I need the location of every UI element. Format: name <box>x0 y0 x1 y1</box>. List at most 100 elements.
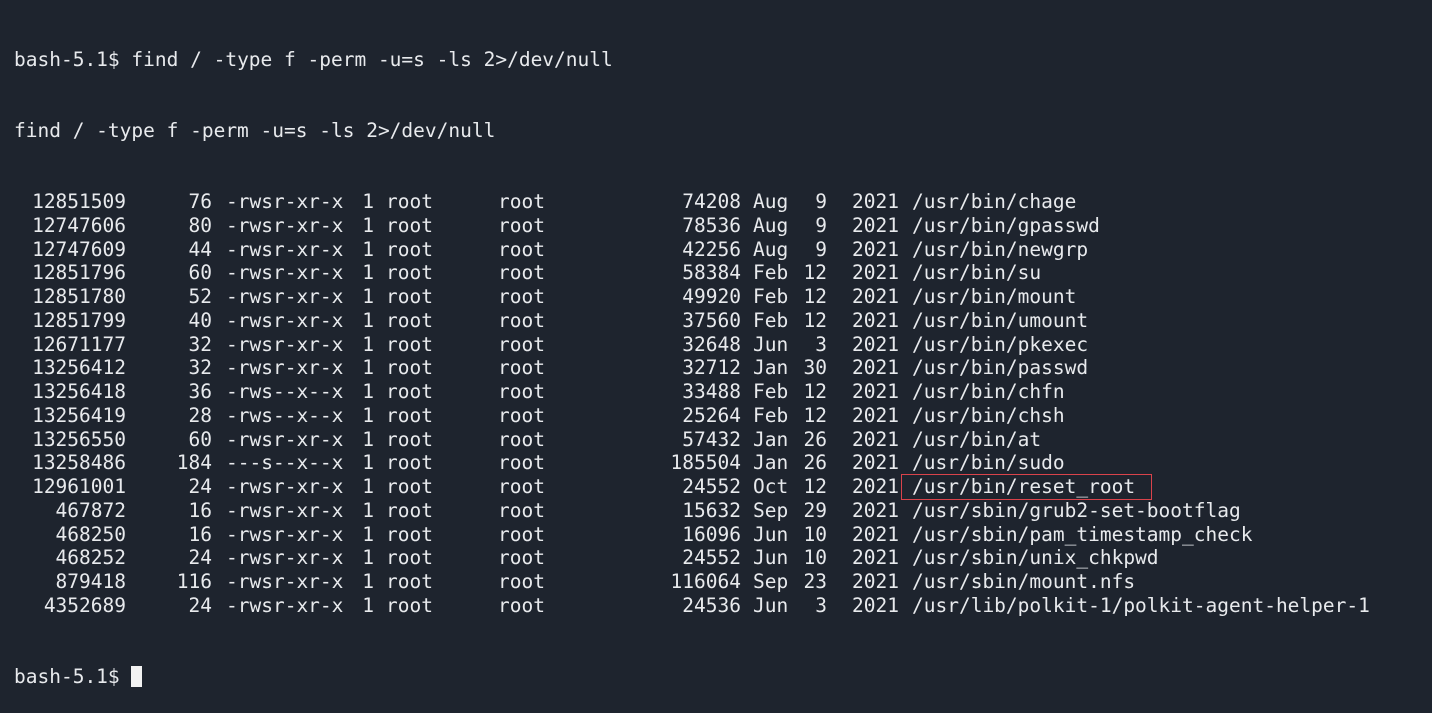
size-cell: 32712 <box>682 356 741 380</box>
group-cell: root <box>498 403 545 427</box>
output-row: 13256418 36 -rws--x--x 1 root root 33488 Feb 12 2… <box>14 380 1432 404</box>
path-cell: /usr/sbin/unix_chkpwd <box>912 546 1159 570</box>
path-cell: /usr/bin/chsh <box>912 403 1065 427</box>
size-cell: 116064 <box>670 570 741 593</box>
year-cell: 2021 <box>852 593 899 617</box>
inode-cell: 13256550 <box>32 427 126 451</box>
path-cell: /usr/bin/umount <box>912 308 1089 332</box>
links-cell: 1 <box>362 546 374 570</box>
year-cell: 2021 <box>852 308 899 332</box>
group-cell: root <box>498 308 545 332</box>
day-cell: 12 <box>803 475 827 498</box>
day-cell: 12 <box>803 261 827 285</box>
month-cell: Jun <box>753 593 789 617</box>
month-cell: Jan <box>753 427 789 451</box>
blocks-cell: 52 <box>188 285 212 308</box>
size-cell: 185504 <box>670 451 741 475</box>
terminal-window[interactable]: bash-5.1$ find / -type f -perm -u=s -ls … <box>0 0 1432 688</box>
owner-cell: root <box>386 593 433 617</box>
year-cell: 2021 <box>852 546 899 570</box>
size-cell: 49920 <box>682 285 741 308</box>
path-cell: /usr/bin/sudo <box>912 451 1065 475</box>
blocks-cell: 24 <box>188 546 212 570</box>
output-row: 12671177 32 -rwsr-xr-x 1 root root 32648 Jun 3 20… <box>14 333 1432 357</box>
day-cell: 26 <box>803 427 827 451</box>
group-cell: root <box>498 380 545 403</box>
output-row: 468250 16 -rwsr-xr-x 1 root root 16096 Jun 10 202… <box>14 523 1432 547</box>
links-cell: 1 <box>362 475 374 498</box>
year-cell: 2021 <box>852 403 899 427</box>
year-cell: 2021 <box>852 570 899 593</box>
output-row: 13256412 32 -rwsr-xr-x 1 root root 32712 Jan 30 2… <box>14 356 1432 380</box>
links-cell: 1 <box>362 285 374 308</box>
day-cell: 3 <box>815 332 827 356</box>
blocks-cell: 76 <box>188 190 212 213</box>
blocks-cell: 24 <box>188 593 212 617</box>
group-cell: root <box>498 213 545 237</box>
owner-cell: root <box>386 451 433 475</box>
inode-cell: 879418 <box>55 570 126 593</box>
final-prompt-line[interactable]: bash-5.1$ <box>14 665 1432 689</box>
links-cell: 1 <box>362 593 374 617</box>
path-cell: /usr/bin/gpasswd <box>912 213 1100 237</box>
links-cell: 1 <box>362 332 374 356</box>
echo-text: find / -type f -perm -u=s -ls 2>/dev/nul… <box>14 118 496 142</box>
output-row: 13256419 28 -rws--x--x 1 root root 25264 Feb 12 2… <box>14 404 1432 428</box>
inode-cell: 12747606 <box>32 213 126 237</box>
permissions-cell: -rwsr-xr-x <box>226 261 344 285</box>
size-cell: 74208 <box>682 190 741 213</box>
permissions-cell: -rws--x--x <box>226 403 344 427</box>
owner-cell: root <box>386 380 433 403</box>
output-row: 12851509 76 -rwsr-xr-x 1 root root 74208 Aug 9 20… <box>14 190 1432 214</box>
permissions-cell: -rwsr-xr-x <box>226 593 344 617</box>
permissions-cell: -rwsr-xr-x <box>226 190 344 213</box>
output-row: 12851796 60 -rwsr-xr-x 1 root root 58384 Feb 12 2… <box>14 261 1432 285</box>
day-cell: 9 <box>815 237 827 261</box>
year-cell: 2021 <box>852 356 899 380</box>
size-cell: 24536 <box>682 593 741 617</box>
size-cell: 78536 <box>682 213 741 237</box>
group-cell: root <box>498 285 545 308</box>
size-cell: 37560 <box>682 308 741 332</box>
command-echo: find / -type f -perm -u=s -ls 2>/dev/nul… <box>14 119 1432 143</box>
month-cell: Jun <box>753 332 789 356</box>
group-cell: root <box>498 427 545 451</box>
path-cell: /usr/bin/at <box>912 427 1042 451</box>
owner-cell: root <box>386 190 433 213</box>
owner-cell: root <box>386 403 433 427</box>
group-cell: root <box>498 190 545 213</box>
month-cell: Jun <box>753 546 789 570</box>
final-prompt: bash-5.1$ <box>14 665 132 688</box>
owner-cell: root <box>386 427 433 451</box>
size-cell: 42256 <box>682 237 741 261</box>
links-cell: 1 <box>362 213 374 237</box>
path-cell: /usr/bin/passwd <box>912 356 1089 380</box>
permissions-cell: -rwsr-xr-x <box>226 546 344 570</box>
path-cell: /usr/bin/chage <box>912 190 1077 213</box>
output-row: 4352689 24 -rwsr-xr-x 1 root root 24536 Jun 3 202… <box>14 594 1432 618</box>
links-cell: 1 <box>362 261 374 285</box>
year-cell: 2021 <box>852 285 899 308</box>
permissions-cell: -rwsr-xr-x <box>226 427 344 451</box>
links-cell: 1 <box>362 570 374 593</box>
blocks-cell: 60 <box>188 427 212 451</box>
path-cell: /usr/bin/mount <box>912 285 1077 308</box>
group-cell: root <box>498 475 545 498</box>
output-row: 879418 116 -rwsr-xr-x 1 root root 116064 Sep 23 2… <box>14 570 1432 594</box>
month-cell: Oct <box>753 475 789 498</box>
month-cell: Aug <box>753 190 789 213</box>
links-cell: 1 <box>362 356 374 380</box>
day-cell: 30 <box>803 356 827 380</box>
permissions-cell: -rwsr-xr-x <box>226 332 344 356</box>
text-cursor[interactable] <box>131 666 143 687</box>
size-cell: 25264 <box>682 403 741 427</box>
owner-cell: root <box>386 213 433 237</box>
size-cell: 24552 <box>682 546 741 570</box>
owner-cell: root <box>386 237 433 261</box>
output-row: 12747606 80 -rwsr-xr-x 1 root root 78536 Aug 9 20… <box>14 214 1432 238</box>
group-cell: root <box>498 593 545 617</box>
inode-cell: 13258486 <box>32 451 126 475</box>
command-text: find / -type f -perm -u=s -ls 2>/dev/nul… <box>131 47 613 71</box>
path-cell: /usr/sbin/pam_timestamp_check <box>912 522 1253 546</box>
group-cell: root <box>498 570 545 593</box>
